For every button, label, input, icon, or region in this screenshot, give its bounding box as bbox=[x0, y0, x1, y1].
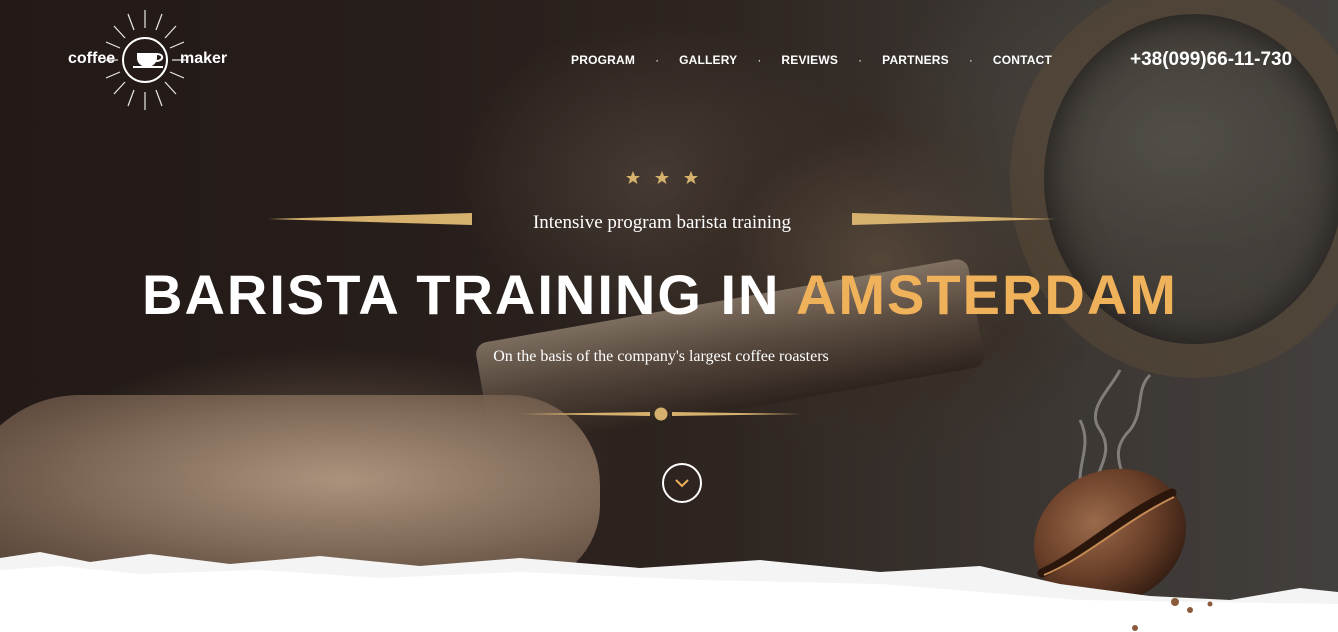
nav-separator: · bbox=[655, 53, 660, 67]
nav-item-reviews[interactable]: REVIEWS bbox=[781, 53, 838, 67]
brush-stroke-divider bbox=[0, 552, 1338, 632]
nav-separator: · bbox=[968, 53, 973, 67]
hero-subtitle: Intensive program barista training bbox=[532, 212, 791, 233]
decorative-divider bbox=[520, 407, 802, 421]
logo-text-coffee: coffee bbox=[68, 50, 116, 67]
chevron-down-icon bbox=[675, 479, 689, 488]
nav-separator: · bbox=[858, 53, 863, 67]
nav-separator: · bbox=[757, 53, 762, 67]
star-icon bbox=[626, 171, 698, 184]
scroll-down-button[interactable] bbox=[662, 463, 702, 503]
nav-item-contact[interactable]: CONTACT bbox=[993, 53, 1052, 67]
nav-item-gallery[interactable]: GALLERY bbox=[679, 53, 737, 67]
logo-text-maker: maker bbox=[180, 50, 228, 67]
hero-headline: BARISTA TRAINING IN AMSTERDAM bbox=[0, 262, 1320, 327]
coffee-cup-icon bbox=[133, 53, 164, 68]
headline-main: BARISTA TRAINING IN bbox=[142, 263, 796, 326]
main-nav: PROGRAM · GALLERY · REVIEWS · PARTNERS ·… bbox=[571, 53, 1052, 67]
phone-number[interactable]: +38(099)66-11-730 bbox=[1130, 49, 1292, 71]
nav-item-partners[interactable]: PARTNERS bbox=[882, 53, 949, 67]
headline-accent: AMSTERDAM bbox=[795, 263, 1178, 326]
decorative-rule-right bbox=[852, 213, 1056, 225]
nav-item-program[interactable]: PROGRAM bbox=[571, 53, 635, 67]
